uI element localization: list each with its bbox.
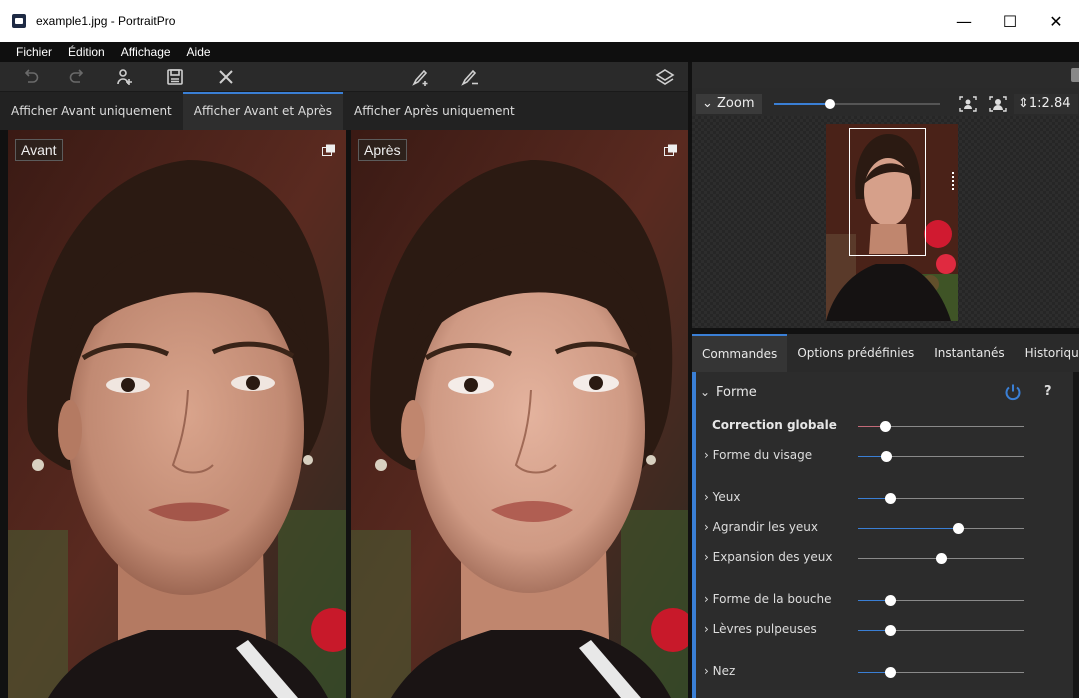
fit-face-icon[interactable] — [958, 95, 978, 113]
tab-options-predefinies[interactable]: Options prédéfinies — [787, 334, 924, 372]
help-icon[interactable]: ? — [1044, 384, 1052, 399]
slider-label: › Forme du visage — [704, 448, 813, 462]
portrait-photo-before — [8, 130, 346, 698]
zoom-slider-knob[interactable] — [825, 99, 836, 109]
pane-gutter — [0, 130, 8, 698]
slider-label: Correction globale — [712, 418, 837, 432]
slider-knob[interactable] — [881, 451, 893, 462]
slider-track[interactable] — [858, 421, 1024, 432]
slider-knob[interactable] — [936, 553, 947, 564]
slider-track[interactable] — [858, 493, 1024, 504]
menu-affichage[interactable]: Affichage — [121, 45, 171, 59]
tab-before-and-after[interactable]: Afficher Avant et Après — [182, 92, 344, 130]
toolbar — [0, 62, 688, 92]
zoom-label: Zoom — [717, 96, 755, 111]
slider-track[interactable] — [858, 523, 1024, 534]
zoom-value: 1:2.84 — [1028, 96, 1071, 111]
slider-label: › Agrandir les yeux — [704, 520, 819, 534]
brush-remove-icon[interactable] — [457, 66, 483, 88]
zoom-slider[interactable] — [774, 99, 940, 109]
slider-knob[interactable] — [884, 625, 896, 636]
slider-track[interactable] — [858, 625, 1024, 636]
before-label: Avant — [15, 139, 63, 161]
menu-aide[interactable]: Aide — [187, 45, 211, 59]
copy-icon[interactable] — [322, 144, 336, 156]
slider-label-text: Agrandir les yeux — [712, 520, 819, 534]
chevron-down-icon: ⌄ — [700, 385, 711, 399]
right-panel-header — [692, 62, 1079, 88]
slider-row-forme-de-la-bouche: › Forme de la bouche — [692, 590, 1072, 610]
slider-knob[interactable] — [884, 595, 896, 606]
slider-row-expansion-des-yeux: › Expansion des yeux — [692, 548, 1072, 568]
fit-image-icon[interactable] — [988, 95, 1008, 113]
undo-icon[interactable] — [18, 66, 44, 88]
brush-add-icon[interactable] — [408, 66, 434, 88]
slider-label-text: Forme de la bouche — [712, 592, 832, 606]
navigator-panel: ⌄ Zoom ⇕1:2.84 — [692, 88, 1079, 328]
slider-track[interactable] — [858, 667, 1024, 678]
layers-icon[interactable] — [652, 66, 678, 88]
slider-row-forme-du-visage: › Forme du visage — [692, 446, 1072, 466]
add-person-icon[interactable] — [112, 66, 138, 88]
menu-bar: Fichier Édition Affichage Aide — [0, 42, 1079, 62]
controls-scrollbar[interactable] — [1073, 372, 1079, 698]
close-window-button[interactable]: ✕ — [1033, 0, 1079, 42]
zoom-toggle[interactable]: ⌄ Zoom — [696, 94, 762, 114]
title-bar: example1.jpg - PortraitPro — ☐ ✕ — [0, 0, 1079, 42]
tab-instantanes[interactable]: Instantanés — [924, 334, 1014, 372]
slider-label: › Forme de la bouche — [704, 592, 832, 606]
slider-label-text: Nez — [712, 664, 736, 678]
window-title: example1.jpg - PortraitPro — [36, 14, 176, 28]
section-forme-header[interactable]: ⌄ Forme — [700, 382, 757, 402]
navigator-resize-handle[interactable] — [952, 172, 954, 190]
power-icon[interactable] — [1004, 383, 1022, 401]
controls-panel: ⌄ Forme ? Correction globale › Forme du … — [692, 372, 1079, 698]
slider-knob[interactable] — [879, 421, 891, 432]
slider-row-correction-globale: Correction globale — [692, 416, 1072, 436]
before-image-pane[interactable]: Avant — [8, 130, 346, 698]
panel-collapse-button[interactable] — [1071, 68, 1079, 82]
slider-label-text: Forme du visage — [712, 448, 813, 462]
app-icon — [12, 14, 26, 28]
tab-after-only[interactable]: Afficher Après uniquement — [343, 92, 526, 130]
navigator-viewport-frame[interactable] — [849, 128, 926, 256]
slider-row-levres-pulpeuses: › Lèvres pulpeuses — [692, 620, 1072, 640]
slider-track[interactable] — [858, 553, 1024, 564]
after-image-pane[interactable]: Après — [351, 130, 688, 698]
minimize-button[interactable]: — — [941, 0, 987, 42]
slider-track[interactable] — [858, 451, 1024, 462]
maximize-button[interactable]: ☐ — [987, 0, 1033, 42]
slider-row-yeux: › Yeux — [692, 488, 1072, 508]
slider-knob[interactable] — [884, 493, 896, 504]
zoom-value-field[interactable]: ⇕1:2.84 — [1014, 94, 1078, 114]
slider-label: › Lèvres pulpeuses — [704, 622, 817, 636]
after-label: Après — [358, 139, 407, 161]
command-tabs: Commandes Options prédéfinies Instantané… — [692, 334, 1079, 372]
copy-icon[interactable] — [664, 144, 678, 156]
slider-track[interactable] — [858, 595, 1024, 606]
menu-fichier[interactable]: Fichier — [16, 45, 52, 59]
redo-icon[interactable] — [64, 66, 90, 88]
slider-label-text: Yeux — [712, 490, 741, 504]
slider-row-nez: › Nez — [692, 662, 1072, 682]
close-icon[interactable] — [213, 66, 239, 88]
menu-edition[interactable]: Édition — [68, 45, 105, 59]
slider-label: › Nez — [704, 664, 736, 678]
tab-before-only[interactable]: Afficher Avant uniquement — [0, 92, 183, 130]
slider-row-agrandir-les-yeux: › Agrandir les yeux — [692, 518, 1072, 538]
slider-knob[interactable] — [952, 523, 964, 534]
tab-historique[interactable]: Historique — [1015, 334, 1079, 372]
view-tabs: Afficher Avant uniquement Afficher Avant… — [0, 92, 688, 130]
section-title: Forme — [716, 384, 757, 400]
tab-commandes[interactable]: Commandes — [692, 334, 788, 372]
slider-fill — [858, 528, 958, 529]
save-icon[interactable] — [162, 66, 188, 88]
portrait-photo-after — [351, 130, 688, 698]
slider-label-text: Expansion des yeux — [712, 550, 833, 564]
slider-label: › Expansion des yeux — [704, 550, 833, 564]
slider-label: › Yeux — [704, 490, 741, 504]
slider-label-text: Lèvres pulpeuses — [712, 622, 817, 636]
slider-knob[interactable] — [884, 667, 896, 678]
zoom-slider-fill — [774, 103, 831, 105]
